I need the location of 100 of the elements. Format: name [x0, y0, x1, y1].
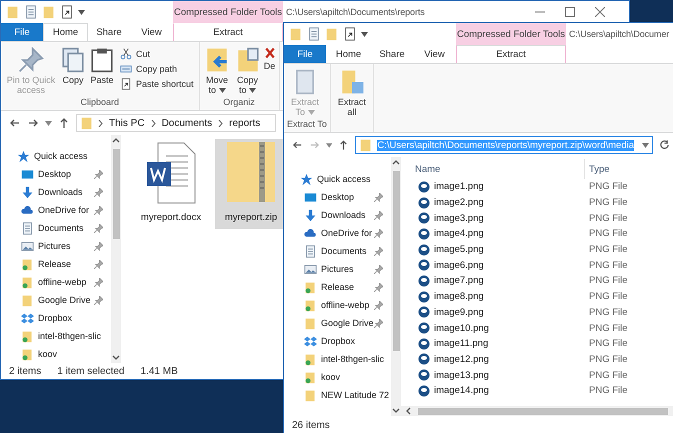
scrollbar[interactable] [391, 157, 401, 416]
ribbon-tab[interactable]: File [1, 23, 43, 41]
chevron-icon [98, 120, 103, 126]
nav-item[interactable]: Pictures [1, 237, 111, 255]
status-text: 2 items [9, 366, 42, 376]
ribbon-button[interactable]: Copy path [118, 62, 196, 76]
file-name-cell[interactable]: image10.png [401, 322, 584, 334]
caret-icon [78, 10, 85, 14]
nav-item[interactable]: intel-8thgen-slic [284, 350, 391, 368]
shortcut-icon [120, 78, 132, 90]
nav-item[interactable]: OneDrive for [1, 201, 111, 219]
folder-icon [325, 27, 339, 41]
pin-icon [374, 210, 383, 220]
ribbon-tab[interactable]: Home [43, 23, 88, 41]
box-icon [21, 312, 34, 324]
caret-icon [218, 88, 226, 93]
file-name-cell[interactable]: image2.png [401, 196, 584, 209]
file-item[interactable]: myreport.docx [135, 139, 207, 229]
nav-item[interactable]: offline-webp [1, 273, 111, 291]
ribbon-group-label: Organiz [222, 97, 256, 109]
folder-icon [304, 316, 317, 330]
ribbon-button[interactable]: Copy to [234, 45, 262, 97]
caret-icon [45, 120, 52, 126]
nav-item[interactable]: Documents [1, 219, 111, 237]
nav-item[interactable]: offline-webp [284, 296, 391, 314]
nav-item[interactable]: Release [284, 278, 391, 296]
down-arrow-icon [304, 208, 317, 222]
nav-item[interactable]: Google Drive [284, 314, 391, 332]
pin-icon [94, 170, 103, 178]
breadcrumb[interactable]: This PC [107, 118, 147, 128]
ribbon-tab[interactable]: Extract [173, 23, 283, 41]
ribbon-button[interactable]: Paste [88, 45, 116, 97]
folder-check-icon [21, 330, 34, 342]
file-type-cell-text: PNG File [588, 197, 628, 208]
nav-item[interactable]: Desktop [284, 188, 391, 206]
file-type-cell-text: PNG File [588, 354, 628, 365]
nav-item[interactable]: Dropbox [284, 332, 391, 350]
breadcrumb[interactable]: reports [227, 118, 262, 128]
nav-item[interactable]: Downloads [284, 206, 391, 224]
scissors-icon [120, 48, 132, 60]
folder-check-icon [21, 258, 34, 270]
file-name-cell[interactable]: image7.png [401, 274, 584, 287]
ribbon-button[interactable]: Cut [118, 47, 196, 61]
caret-icon [326, 142, 332, 148]
ribbon-button[interactable]: De [264, 45, 276, 97]
ribbon-button[interactable]: Extract all [334, 67, 370, 119]
ribbon-button[interactable]: Move to [202, 45, 232, 97]
nav-item[interactable]: intel-8thgen-slic [1, 327, 111, 345]
nav-item[interactable]: OneDrive for [284, 224, 391, 242]
ribbon-tab[interactable]: Extract [456, 45, 566, 63]
image-file-icon [418, 196, 430, 209]
breadcrumb[interactable]: Documents [160, 118, 214, 128]
address-bar[interactable]: This PC Documents reports [76, 114, 276, 132]
file-name-cell[interactable]: image11.png [401, 338, 584, 350]
scrollbar[interactable] [111, 135, 121, 363]
file-name-cell[interactable]: image14.png [401, 384, 584, 397]
file-name-cell[interactable]: image6.png [401, 259, 584, 272]
nav-item[interactable]: Documents [284, 242, 391, 260]
status-text: 1 item selected [57, 366, 124, 376]
star-icon [300, 172, 313, 186]
scrollbar[interactable] [401, 406, 673, 416]
nav-item[interactable]: Quick access [1, 147, 111, 165]
ribbon-button[interactable]: Paste shortcut [118, 77, 196, 91]
file-name-cell[interactable]: image8.png [401, 290, 584, 303]
ribbon-tab[interactable]: File [284, 45, 326, 63]
image-file-icon [418, 338, 430, 350]
column-header[interactable]: Name [401, 159, 584, 179]
nav-item[interactable]: NEW Latitude 72 [284, 386, 391, 404]
file-name-cell[interactable]: image4.png [401, 228, 584, 240]
pin-icon [374, 318, 383, 328]
monitor-icon [21, 168, 34, 180]
word-document-icon [146, 142, 196, 204]
nav-item[interactable]: Release [1, 255, 111, 273]
status-text: 26 items [292, 420, 330, 430]
nav-item[interactable]: Desktop [1, 165, 111, 183]
clipboard-icon [89, 47, 115, 73]
file-name-cell[interactable]: image13.png [401, 369, 584, 382]
file-name-cell[interactable]: image12.png [401, 353, 584, 366]
nav-item[interactable]: Quick access [284, 170, 391, 188]
file-type-cell-text: PNG File [588, 260, 628, 271]
nav-item[interactable]: Pictures [284, 260, 391, 278]
file-type-cell-text: PNG File [588, 385, 628, 396]
column-header[interactable]: Type [584, 159, 673, 179]
nav-item[interactable]: Dropbox [1, 309, 111, 327]
folder-check-icon [304, 280, 317, 294]
ribbon-button[interactable]: Copy [60, 45, 86, 97]
nav-item[interactable]: Downloads [1, 183, 111, 201]
file-name-cell[interactable]: image5.png [401, 244, 584, 256]
document-icon [24, 5, 38, 19]
shortcut-icon [343, 27, 357, 41]
nav-item[interactable]: koov [284, 368, 391, 386]
pin-icon [374, 282, 383, 292]
image-file-icon [418, 212, 430, 224]
file-name-cell[interactable]: image3.png [401, 212, 584, 224]
chevron-icon [218, 120, 224, 126]
nav-item[interactable]: Google Drive [1, 291, 111, 309]
nav-item[interactable]: koov [1, 345, 111, 363]
file-name-cell[interactable]: image1.png [401, 180, 584, 193]
down-arrow-icon [21, 186, 34, 198]
file-name-cell[interactable]: image9.png [401, 306, 584, 318]
